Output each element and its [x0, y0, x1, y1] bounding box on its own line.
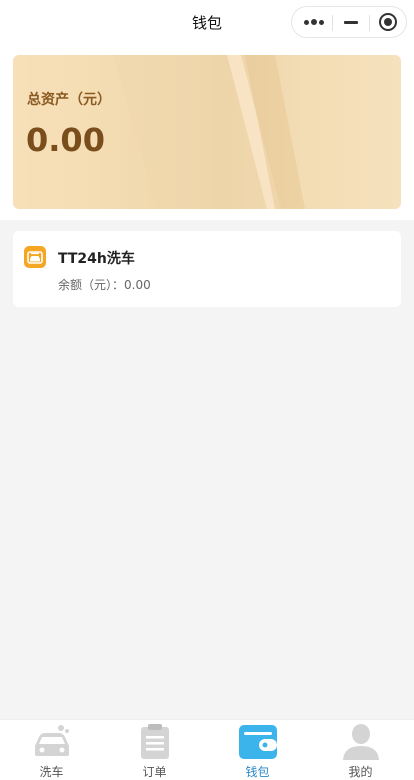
wallet-item[interactable]: TT24h洗车 余额（元）：0.00 — [13, 231, 401, 307]
tab-label: 钱包 — [245, 765, 270, 779]
clipboard-icon — [134, 722, 176, 760]
close-icon[interactable] — [377, 7, 399, 37]
user-icon — [340, 722, 382, 760]
total-assets-card: 总资产（元） 0.00 — [13, 55, 401, 209]
tab-bar: 洗车 订单 钱包 我的 — [0, 719, 414, 780]
wallet-name: TT24h洗车 — [58, 251, 135, 267]
tab-label: 订单 — [142, 765, 167, 779]
car-icon — [31, 722, 73, 760]
total-assets-label: 总资产（元） — [27, 92, 111, 108]
minimize-icon[interactable] — [340, 7, 362, 37]
car-wash-icon — [24, 246, 46, 268]
wallet-balance-label: 余额（元）： — [58, 278, 125, 292]
navigation-bar: 钱包 — [0, 0, 414, 44]
total-assets-value: 0.00 — [26, 121, 105, 159]
tab-label: 我的 — [348, 765, 373, 779]
tab-label: 洗车 — [39, 765, 64, 779]
mini-program-capsule — [291, 6, 407, 38]
capsule-divider — [369, 15, 370, 31]
tab-wallet[interactable]: 钱包 — [206, 720, 309, 780]
tab-orders[interactable]: 订单 — [103, 720, 206, 780]
more-icon[interactable] — [302, 7, 326, 37]
wallet-balance-value: 0.00 — [124, 278, 151, 292]
tab-car-wash[interactable]: 洗车 — [0, 720, 103, 780]
capsule-divider — [332, 15, 333, 31]
wallet-icon — [237, 722, 279, 760]
wallet-balance: 余额（元）：0.00 — [58, 276, 151, 293]
tab-profile[interactable]: 我的 — [309, 720, 412, 780]
